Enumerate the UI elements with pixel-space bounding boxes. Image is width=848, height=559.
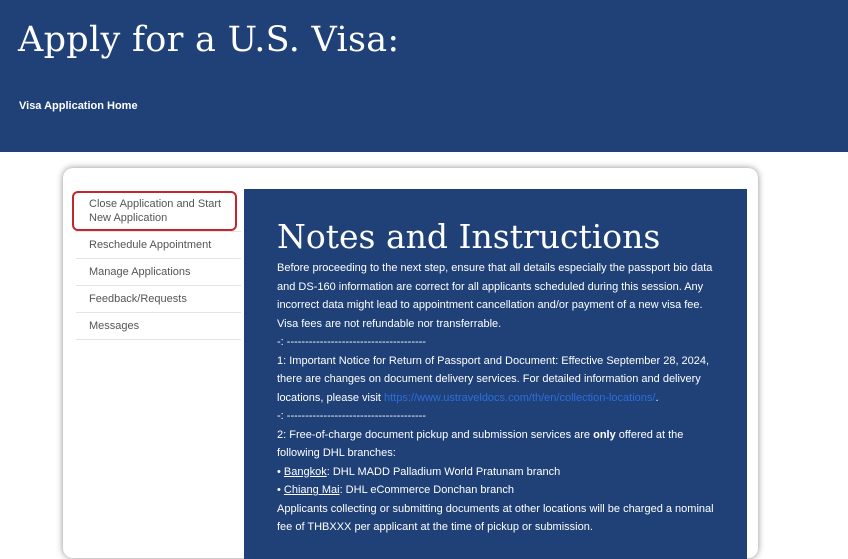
sidebar-item-label: Reschedule Appointment bbox=[89, 239, 212, 251]
collection-locations-link[interactable]: https://www.ustraveldocs.com/th/en/colle… bbox=[384, 392, 655, 404]
separator: -: -------------------------------------… bbox=[277, 410, 426, 422]
notice-dhl-bold: only bbox=[593, 428, 616, 441]
bullet: • bbox=[277, 465, 284, 478]
notice-dhl-text: 2: Free-of-charge document pickup and su… bbox=[277, 428, 594, 441]
sidebar-item-label: Manage Applications bbox=[89, 266, 191, 278]
branch-chiang-mai: • Chiang Mai: DHL eCommerce Donchan bran… bbox=[277, 481, 723, 500]
page-title: Apply for a U.S. Visa: bbox=[18, 20, 400, 60]
sidebar-item-messages[interactable]: Messages bbox=[76, 313, 241, 340]
sidebar-item-reschedule-appointment[interactable]: Reschedule Appointment bbox=[76, 232, 241, 259]
notes-intro: Before proceeding to the next step, ensu… bbox=[277, 262, 713, 330]
branch-detail: : DHL MADD Palladium World Pratunam bran… bbox=[326, 465, 561, 478]
branch-city-bangkok: Bangkok bbox=[283, 465, 327, 478]
notes-title: Notes and Instructions bbox=[277, 217, 661, 256]
sidebar-item-label: Close Application and Start New Applicat… bbox=[89, 198, 222, 224]
sidebar-item-label: Messages bbox=[89, 320, 140, 332]
separator: -: -------------------------------------… bbox=[277, 336, 426, 348]
branch-detail: : DHL eCommerce Donchan branch bbox=[339, 484, 515, 496]
notice-delivery: 1: Important Notice for Return of Passpo… bbox=[277, 352, 723, 408]
sidebar-nav: Close Application and Start New Applicat… bbox=[72, 191, 241, 340]
sidebar-item-label: Feedback/Requests bbox=[89, 293, 187, 305]
notice-delivery-end: . bbox=[655, 391, 659, 404]
sidebar-item-close-application[interactable]: Close Application and Start New Applicat… bbox=[72, 191, 241, 232]
branch-bangkok: • Bangkok: DHL MADD Palladium World Prat… bbox=[277, 463, 723, 482]
breadcrumb-visa-application-home[interactable]: Visa Application Home bbox=[19, 100, 138, 112]
site-header: Apply for a U.S. Visa: Visa Application … bbox=[0, 0, 848, 152]
notice-dhl: 2: Free-of-charge document pickup and su… bbox=[277, 426, 723, 463]
sidebar-item-manage-applications[interactable]: Manage Applications bbox=[76, 259, 241, 286]
bullet: • bbox=[277, 484, 284, 496]
branch-city-chiang-mai: Chiang Mai bbox=[283, 484, 340, 496]
highlight-ring bbox=[72, 191, 237, 231]
sidebar-item-feedback-requests[interactable]: Feedback/Requests bbox=[76, 286, 241, 313]
fee-note: Applicants collecting or submitting docu… bbox=[277, 502, 714, 534]
notes-panel: Notes and Instructions Before proceeding… bbox=[244, 189, 747, 559]
